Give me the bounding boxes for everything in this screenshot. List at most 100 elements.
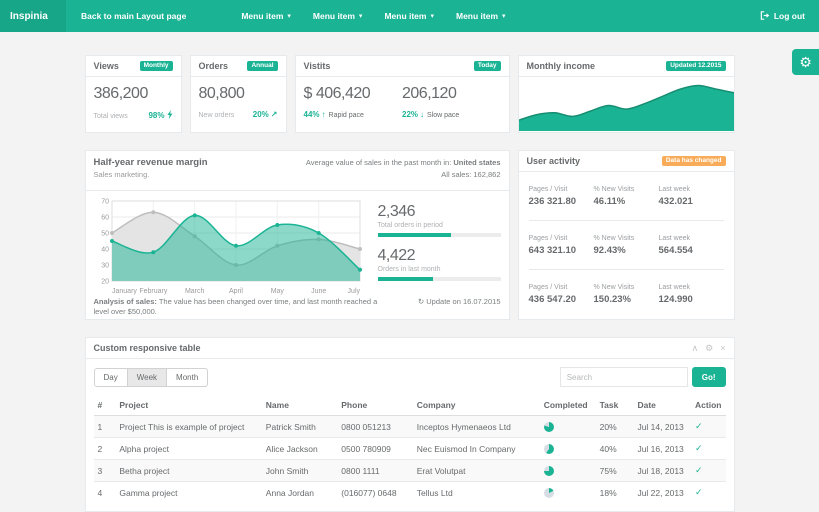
cell-name: John Smith — [262, 460, 337, 482]
revenue-stats: 2,346 Total orders in period 4,422 Order… — [366, 195, 501, 295]
col-completed: Completed — [540, 395, 596, 416]
col-action: Action — [691, 395, 725, 416]
check-icon[interactable]: ✓ — [695, 465, 703, 475]
visits-right-delta: 22%↓ — [402, 110, 424, 119]
svg-text:30: 30 — [101, 263, 109, 270]
svg-text:March: March — [184, 288, 204, 295]
table-row: 2 Alpha project Alice Jackson 0500 78090… — [94, 438, 726, 460]
close-icon[interactable]: × — [720, 343, 725, 353]
revenue-title: Half-year revenue margin — [94, 157, 208, 168]
cell-project: Betha project — [115, 460, 261, 482]
cell-phone: (016077) 0648 — [337, 482, 413, 504]
completed-pie-icon — [544, 444, 554, 454]
chevron-down-icon: ▾ — [502, 12, 506, 20]
menu-item-label: Menu item — [456, 11, 498, 21]
arrow-up-icon: ↑ — [322, 110, 326, 119]
menu-item-1[interactable]: Menu item▾ — [230, 0, 302, 32]
income-updated-badge: Updated 12.2015 — [666, 61, 725, 72]
visits-right-stat: 206,120 22%↓ Slow pace — [402, 85, 501, 124]
table-row: 1 Project This is example of project Pat… — [94, 416, 726, 438]
user-activity-card: User activity Data has changed Pages / V… — [518, 150, 735, 320]
svg-text:May: May — [270, 288, 284, 295]
views-label: Total views — [94, 113, 128, 120]
chevron-down-icon: ▾ — [287, 12, 291, 20]
views-delta: 98% — [148, 110, 172, 121]
visits-period-badge: Today — [474, 61, 501, 72]
refresh-icon: ↻ — [418, 297, 424, 306]
cell-num: 1 — [94, 416, 116, 438]
menu-item-label: Menu item — [313, 11, 355, 21]
menu-item-3[interactable]: Menu item▾ — [373, 0, 445, 32]
search-input[interactable] — [560, 367, 688, 387]
visits-left-delta: 44%↑ — [304, 110, 326, 119]
wrench-icon[interactable]: ⚙ — [705, 343, 713, 354]
brand-logo[interactable]: Inspinia — [0, 0, 66, 32]
filter-month-button[interactable]: Month — [167, 368, 208, 387]
cell-num: 2 — [94, 438, 116, 460]
arrow-down-icon: ↓ — [420, 110, 424, 119]
logout-button[interactable]: Log out — [760, 0, 805, 32]
visits-card: Vistits Today $ 406,420 44%↑ Rapid pace … — [295, 55, 510, 133]
orders-value: 80,800 — [199, 85, 278, 103]
cell-date: Jul 16, 2013 — [633, 438, 691, 460]
table-header-row: # Project Name Phone Company Completed T… — [94, 395, 726, 416]
revenue-margin-chart: 203040506070JanuaryFebruaryMarchAprilMay… — [94, 195, 366, 295]
cell-name: Patrick Smith — [262, 416, 337, 438]
theme-settings-button[interactable]: ⚙ — [792, 49, 819, 75]
cell-company: Inceptos Hymenaeos Ltd — [413, 416, 540, 438]
top-navbar: Inspinia Back to main Layout page Menu i… — [0, 0, 819, 32]
collapse-icon[interactable]: ∧ — [692, 343, 699, 354]
monthly-income-title: Monthly income — [527, 61, 596, 71]
menu-item-2[interactable]: Menu item▾ — [302, 0, 374, 32]
cell-date: Jul 22, 2013 — [633, 482, 691, 504]
orders-label: New orders — [199, 112, 235, 119]
views-card-title: Views — [94, 61, 119, 71]
revenue-card: Half-year revenue margin Sales marketing… — [85, 150, 510, 320]
menu-item-4[interactable]: Menu item ▾ — [445, 0, 517, 32]
monthly-income-card: Monthly income Updated 12.2015 — [518, 55, 735, 133]
visits-left-label: Rapid pace — [329, 112, 364, 119]
main-menu: Menu item▾ Menu item▾ Menu item▾ Menu it… — [230, 0, 516, 32]
cell-date: Jul 18, 2013 — [633, 460, 691, 482]
filter-day-button[interactable]: Day — [94, 368, 128, 387]
check-icon[interactable]: ✓ — [695, 487, 703, 497]
page-content: Views Monthly 386,200 Total views 98% Or… — [85, 32, 735, 512]
data-changed-badge: Data has changed — [662, 156, 726, 167]
orders-card: Orders Annual 80,800 New orders 20%↗ — [190, 55, 287, 133]
views-card: Views Monthly 386,200 Total views 98% — [85, 55, 182, 133]
cell-project: Alpha project — [115, 438, 261, 460]
activity-row: Pages / Visit436 547.20 % New Visits150.… — [529, 270, 724, 319]
filter-week-button[interactable]: Week — [128, 368, 167, 387]
chevron-down-icon: ▾ — [430, 12, 434, 20]
views-period-badge: Monthly — [140, 61, 173, 72]
last-month-value: 4,422 — [378, 247, 501, 265]
last-month-label: Orders in last month — [378, 266, 501, 273]
analysis-text: Analysis of sales: The value has been ch… — [94, 297, 394, 317]
cell-name: Alice Jackson — [262, 438, 337, 460]
monthly-income-chart — [519, 77, 734, 131]
logout-label: Log out — [774, 11, 805, 21]
visits-left-stat: $ 406,420 44%↑ Rapid pace — [304, 85, 403, 124]
cell-num: 4 — [94, 482, 116, 504]
sign-out-icon — [760, 11, 770, 22]
completed-pie-icon — [544, 488, 554, 498]
cell-company: Erat Volutpat — [413, 460, 540, 482]
col-num: # — [94, 395, 116, 416]
gear-icon: ⚙ — [799, 54, 812, 71]
check-icon[interactable]: ✓ — [695, 421, 703, 431]
col-company: Company — [413, 395, 540, 416]
check-icon[interactable]: ✓ — [695, 443, 703, 453]
col-task: Task — [596, 395, 634, 416]
go-button[interactable]: Go! — [692, 367, 726, 387]
svg-text:April: April — [228, 288, 242, 295]
col-phone: Phone — [337, 395, 413, 416]
back-to-main-link[interactable]: Back to main Layout page — [81, 11, 186, 21]
cell-task: 75% — [596, 460, 634, 482]
cell-task: 20% — [596, 416, 634, 438]
avg-country: United states — [453, 158, 500, 167]
views-value: 386,200 — [94, 85, 173, 103]
cell-company: Nec Euismod In Company — [413, 438, 540, 460]
total-orders-value: 2,346 — [378, 203, 501, 221]
visits-right-value: 206,120 — [402, 85, 501, 103]
cell-phone: 0800 1111 — [337, 460, 413, 482]
